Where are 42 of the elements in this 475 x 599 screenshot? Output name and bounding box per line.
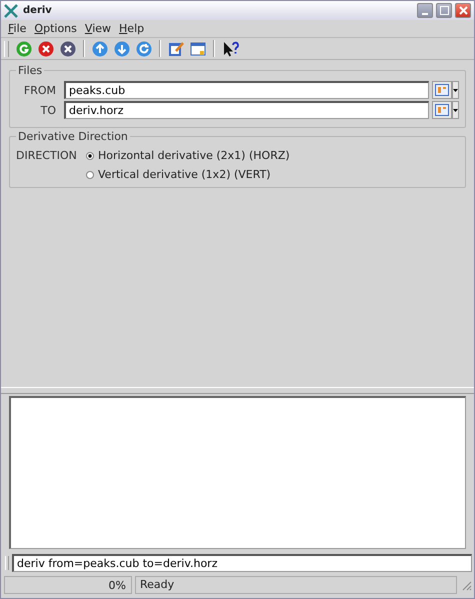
browse-button[interactable] — [432, 101, 452, 119]
command-line-field[interactable]: deriv from=peaks.cub to=deriv.horz — [12, 554, 472, 572]
maximize-icon — [440, 6, 448, 15]
browse-button[interactable] — [432, 81, 452, 99]
resize-grip-icon — [460, 579, 472, 591]
menu-item[interactable]: View — [82, 22, 116, 35]
go-icon — [16, 40, 32, 56]
field-label: DIRECTION — [16, 149, 78, 164]
help-pointer-icon — [222, 40, 240, 56]
file-list-icon — [435, 84, 449, 96]
window-title: deriv — [23, 5, 52, 16]
progress-percent: 0% — [108, 578, 127, 592]
dropdown-button[interactable] — [452, 81, 459, 99]
input-field[interactable]: peaks.cub — [64, 81, 429, 99]
menu-item[interactable]: Help — [116, 22, 150, 35]
maximize-button[interactable] — [436, 3, 452, 18]
dropdown-button[interactable] — [452, 101, 459, 119]
caret-icon — [453, 108, 458, 112]
menu-item[interactable]: File — [5, 22, 32, 35]
minimize-icon — [422, 12, 428, 14]
toolbar-button[interactable] — [58, 40, 78, 58]
close-button[interactable] — [455, 3, 471, 18]
minimize-button[interactable] — [417, 3, 433, 18]
radio-option[interactable]: Vertical derivative (1x2) (VERT) — [86, 168, 290, 181]
splitter-handle[interactable] — [1, 387, 474, 394]
caret-icon — [453, 88, 458, 92]
field-label: FROM — [22, 84, 57, 96]
refresh-icon — [136, 40, 152, 56]
file-list-icon — [435, 104, 449, 116]
menu-item[interactable]: Options — [31, 22, 82, 35]
group-title: Derivative Direction — [17, 130, 129, 143]
status-message: Ready — [135, 576, 457, 594]
window-icon — [190, 40, 206, 56]
group-title: Files — [17, 64, 44, 77]
field-label: TO — [40, 104, 57, 116]
stop-icon — [38, 40, 54, 56]
close-icon — [458, 6, 468, 15]
input-field[interactable]: deriv.horz — [64, 101, 429, 119]
x-logo-icon — [4, 4, 18, 18]
edit-icon — [168, 40, 184, 56]
radio-option[interactable]: Horizontal derivative (2x1) (HORZ) — [86, 149, 290, 162]
exit-icon — [60, 40, 76, 56]
